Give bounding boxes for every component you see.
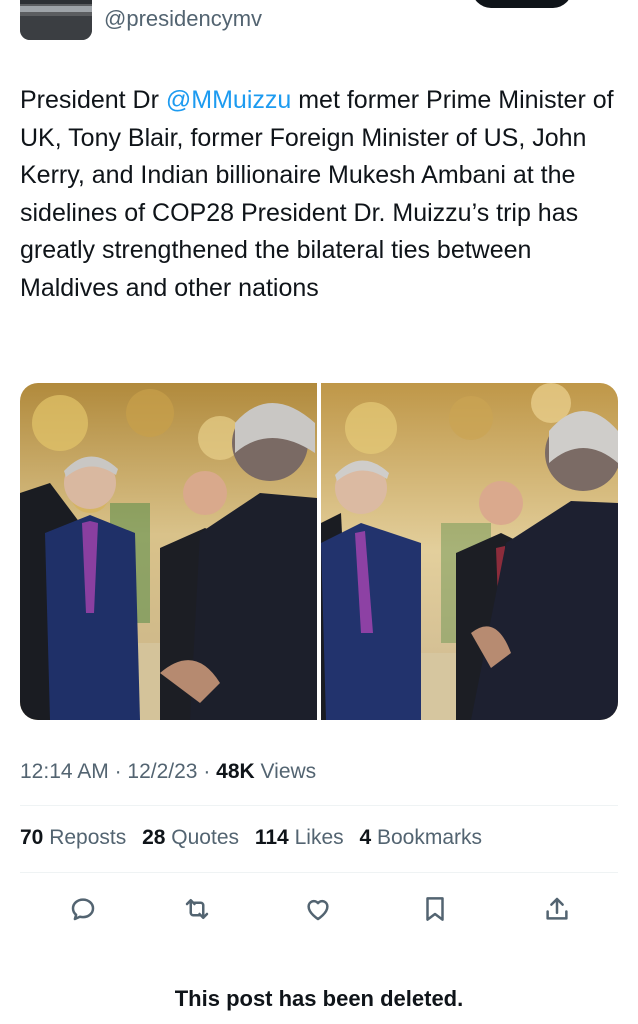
bookmarks-stat[interactable]: 4 Bookmarks: [359, 826, 482, 849]
quotes-count: 28: [142, 826, 166, 849]
likes-label: Likes: [294, 826, 344, 849]
bookmarks-count: 4: [359, 826, 372, 849]
user-handle[interactable]: @presidencymv: [104, 6, 262, 32]
photo-2[interactable]: [321, 383, 618, 720]
tweet-time[interactable]: 12:14 AM: [20, 760, 109, 783]
repost-button[interactable]: [180, 892, 214, 926]
like-button[interactable]: [301, 892, 335, 926]
views-count: 48K: [216, 760, 255, 783]
tweet-text: President Dr @MMuizzu met former Prime M…: [20, 82, 620, 307]
reposts-stat[interactable]: 70 Reposts: [20, 826, 126, 849]
reposts-label: Reposts: [49, 826, 127, 849]
views-label: Views: [254, 760, 317, 783]
reposts-count: 70: [20, 826, 44, 849]
quotes-label: Quotes: [171, 826, 240, 849]
divider: [20, 872, 618, 873]
share-button[interactable]: [540, 892, 574, 926]
photo-1-image: [20, 383, 317, 720]
mention-link[interactable]: @MMuizzu: [166, 86, 291, 114]
likes-count: 114: [254, 826, 289, 849]
photo-2-image: [321, 383, 618, 720]
likes-stat[interactable]: 114 Likes: [255, 826, 344, 849]
meta-separator: ·: [108, 760, 128, 783]
tweet-text-start: President Dr: [20, 86, 166, 114]
engagement-stats: 70 Reposts 28 Quotes 114 Likes 4 Bookmar…: [20, 826, 492, 850]
reply-button[interactable]: [66, 892, 100, 926]
bookmark-button[interactable]: [418, 892, 452, 926]
quotes-stat[interactable]: 28 Quotes: [142, 826, 239, 849]
follow-button[interactable]: [472, 0, 572, 8]
bookmark-icon: [426, 897, 444, 921]
like-icon: [307, 899, 329, 921]
tweet-meta: 12:14 AM · 12/2/23 · 48K Views: [20, 760, 316, 784]
repost-icon: [185, 899, 209, 919]
tweet-header: @presidencymv: [0, 0, 638, 44]
share-icon: [546, 897, 568, 920]
deleted-notice: This post has been deleted.: [174, 986, 464, 1011]
photo-1[interactable]: [20, 383, 317, 720]
tweet-date[interactable]: 12/2/23: [127, 760, 197, 783]
tweet-media[interactable]: [20, 383, 618, 720]
bookmarks-label: Bookmarks: [377, 826, 483, 849]
avatar[interactable]: [20, 0, 92, 40]
action-bar: [20, 886, 618, 932]
reply-icon: [71, 898, 95, 921]
meta-separator: ·: [197, 760, 217, 783]
divider: [20, 805, 618, 806]
tweet-text-rest: met former Prime Minister of UK, Tony Bl…: [20, 86, 614, 302]
